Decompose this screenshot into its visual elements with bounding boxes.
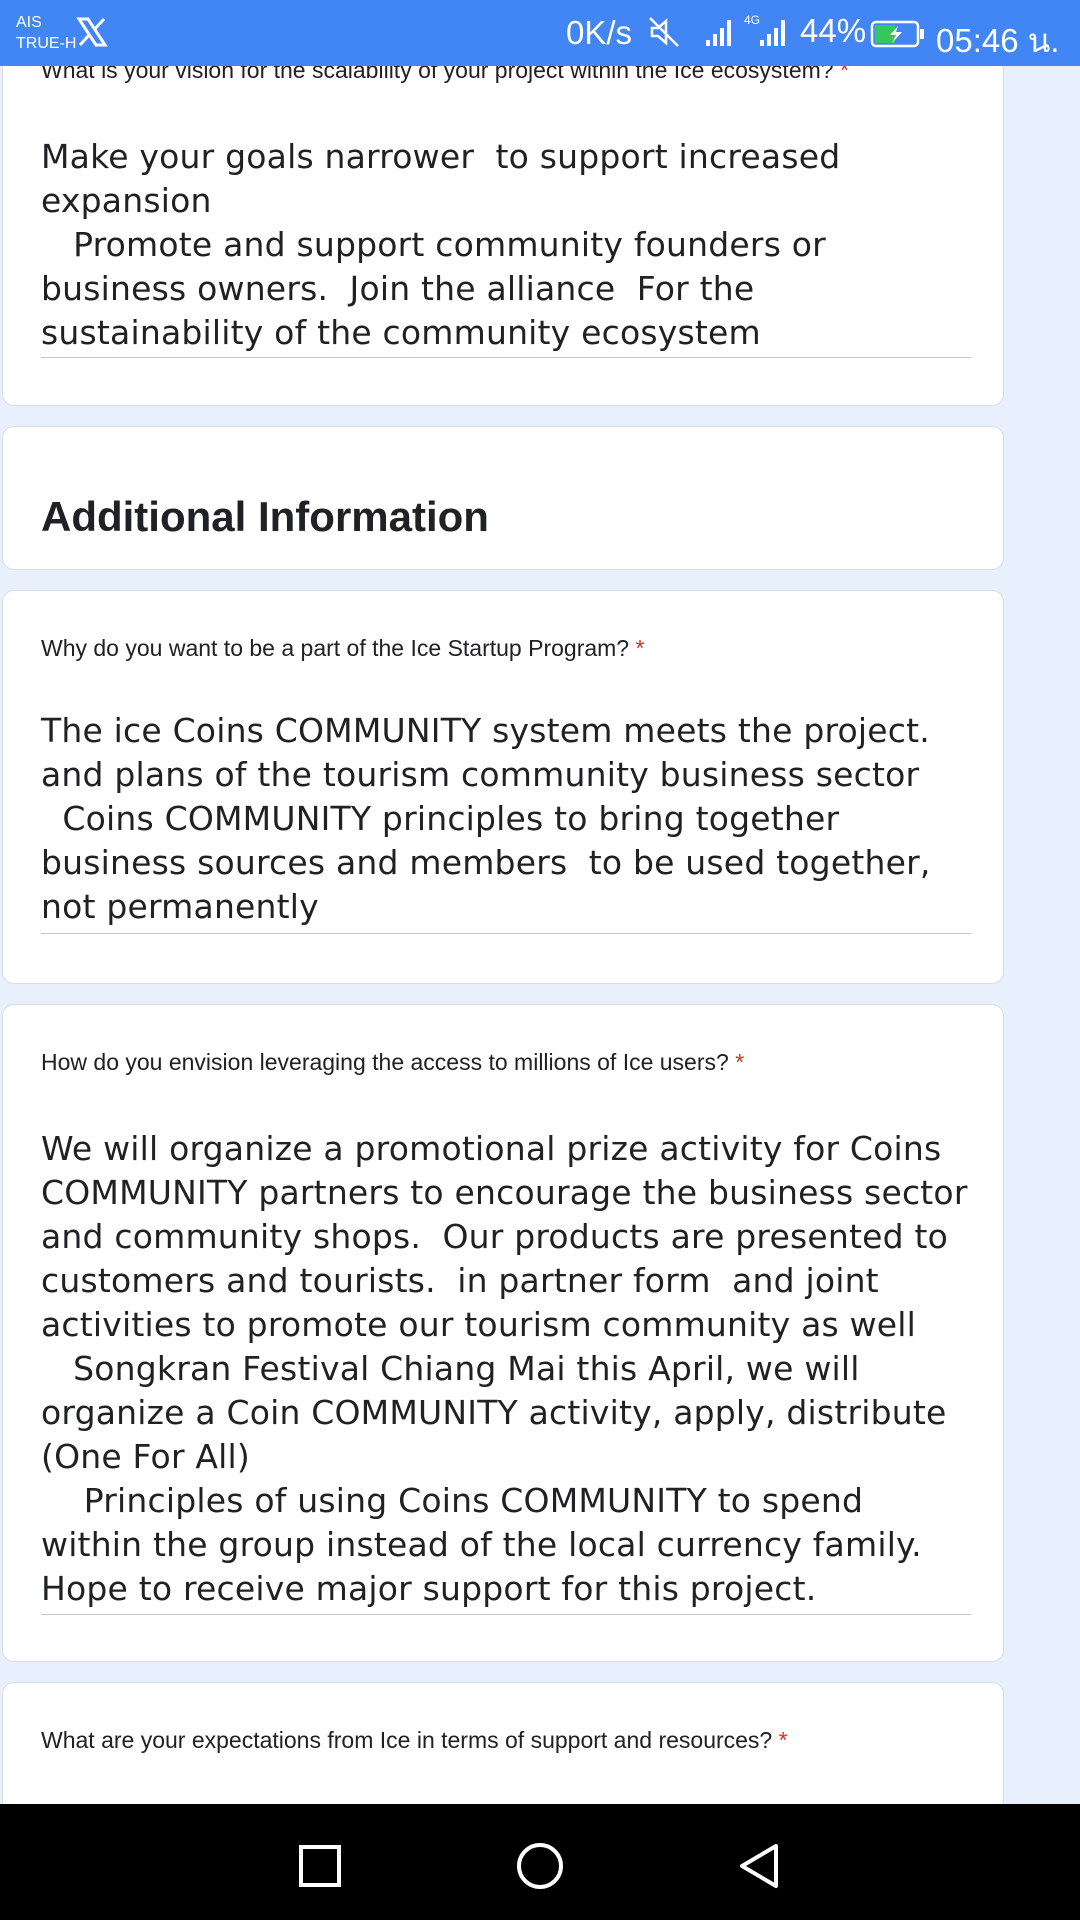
battery-charging-icon [870, 20, 924, 48]
question-title: How do you envision leveraging the acces… [41, 1049, 744, 1076]
required-asterisk: * [778, 1727, 788, 1753]
x-logo-icon [76, 17, 108, 47]
mute-icon [649, 17, 679, 47]
section-header-card: Additional Information [2, 426, 1004, 570]
answer-textarea[interactable]: Make your goals narrower to support incr… [41, 135, 971, 358]
clock: 05:46 น. [936, 22, 1060, 59]
question-text: What are your expectations from Ice in t… [41, 1727, 773, 1753]
question-card-vision: What is your vision for the scalability … [2, 30, 1004, 406]
battery-percentage: 44% [800, 12, 867, 49]
carrier-line-1: AIS [16, 14, 42, 31]
question-card-expectations: What are your expectations from Ice in t… [2, 1682, 1004, 1822]
question-title: What are your expectations from Ice in t… [41, 1727, 788, 1754]
question-card-leverage: How do you envision leveraging the acces… [2, 1004, 1004, 1662]
required-asterisk: * [735, 1049, 745, 1075]
signal-icon [706, 20, 731, 46]
question-text: How do you envision leveraging the acces… [41, 1049, 729, 1075]
carrier-line-2: TRUE-H [16, 35, 77, 52]
status-bar: AIS TRUE-H 0K/s 4G 44% 05:46 น. [0, 0, 1080, 66]
answer-textarea[interactable]: The ice Coins COMMUNITY system meets the… [41, 709, 971, 934]
question-title: Why do you want to be a part of the Ice … [41, 635, 644, 662]
question-card-why: Why do you want to be a part of the Ice … [2, 590, 1004, 984]
network-speed: 0K/s [566, 14, 633, 51]
question-text: Why do you want to be a part of the Ice … [41, 635, 630, 661]
recents-square-icon[interactable] [292, 1838, 348, 1894]
answer-textarea[interactable]: We will organize a promotional prize act… [41, 1127, 971, 1615]
navigation-bar [0, 1804, 1080, 1920]
section-title: Additional Information [41, 493, 489, 540]
required-asterisk: * [635, 635, 645, 661]
carrier-label: AIS TRUE-H [16, 12, 76, 54]
back-triangle-icon[interactable] [732, 1838, 788, 1894]
home-circle-icon[interactable] [512, 1838, 568, 1894]
signal-icon-2 [760, 20, 785, 46]
